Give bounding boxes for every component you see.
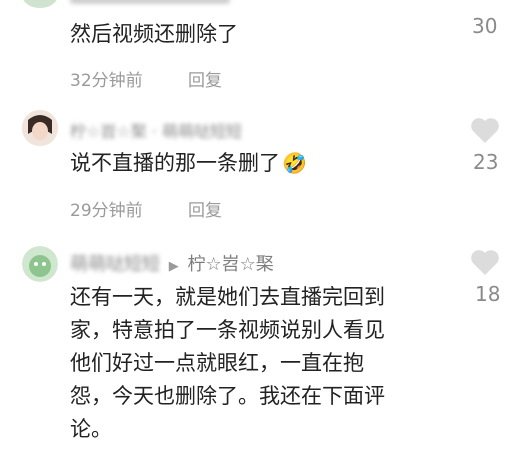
reply-header: 萌萌哒短短 ▶ 柠☆岧☆棸 xyxy=(70,250,274,276)
comment-line: 论。 xyxy=(70,417,112,441)
laughing-emoji-icon: 🤣 xyxy=(282,151,307,175)
comment-text: 还有一天，就是她们去直播完回到 家，特意拍了一条视频说别人看见 他们好过一点就眼… xyxy=(70,281,470,446)
comment-line: 怨，今天也删除了。我还在下面评 xyxy=(70,384,385,408)
reply-button[interactable]: 回复 xyxy=(188,196,222,221)
avatar[interactable] xyxy=(22,0,58,8)
heart-icon[interactable] xyxy=(470,248,500,276)
like-count: 23 xyxy=(473,150,499,174)
username[interactable] xyxy=(70,0,230,4)
reply-target-username[interactable]: 柠☆岧☆棸 xyxy=(187,254,273,275)
comment-line: 他们好过一点就眼红，一直在抱 xyxy=(70,351,364,375)
reply-button[interactable]: 回复 xyxy=(188,66,222,91)
avatar[interactable] xyxy=(22,110,58,146)
like-count: 18 xyxy=(475,282,501,306)
timestamp: 29分钟前 xyxy=(70,201,143,221)
username[interactable]: 柠☆岧☆棸 · 萌萌哒短短 xyxy=(70,118,242,142)
comment-line: 还有一天，就是她们去直播完回到 xyxy=(70,285,385,309)
avatar[interactable] xyxy=(22,246,58,282)
comment-line: 家，特意拍了一条视频说别人看见 xyxy=(70,318,385,342)
comment-text-main: 说不直播的那一条删了 xyxy=(70,151,280,175)
reply-arrow-icon: ▶ xyxy=(168,259,179,274)
comment-text: 然后视频还删除了 xyxy=(70,22,238,46)
timestamp: 32分钟前 xyxy=(70,71,143,91)
heart-icon[interactable] xyxy=(470,116,500,144)
like-count: 30 xyxy=(472,14,498,38)
comment-text: 说不直播的那一条删了 🤣 xyxy=(70,147,307,179)
username[interactable]: 萌萌哒短短 xyxy=(70,254,160,275)
